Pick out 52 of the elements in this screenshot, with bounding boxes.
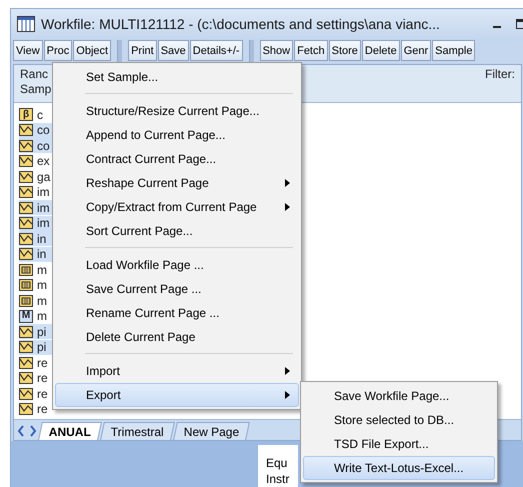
toolbar-grip — [248, 40, 254, 62]
series-icon — [19, 372, 33, 384]
next-icon[interactable] — [28, 424, 38, 438]
toolbar-button[interactable]: Object — [73, 40, 112, 61]
panel-text: Instr — [266, 471, 290, 487]
workfile-icon — [17, 16, 35, 32]
toolbar-button[interactable]: Details+/- — [190, 40, 243, 61]
coefficient-icon: β — [19, 108, 33, 121]
series-icon — [19, 388, 33, 400]
series-icon — [19, 403, 33, 415]
sample-label: Samp — [20, 82, 52, 97]
toolbar-button[interactable]: Proc — [44, 40, 72, 61]
menu-item[interactable]: TSD File Export... — [303, 432, 495, 456]
group-icon — [19, 279, 33, 291]
series-icon — [19, 202, 33, 214]
toolbar-button[interactable]: Show — [260, 40, 294, 61]
series-icon — [19, 170, 33, 182]
menu-item[interactable]: Export — [55, 383, 299, 407]
toolbar-button[interactable]: Delete — [362, 40, 400, 61]
series-icon — [19, 124, 33, 136]
menu-item[interactable]: Set Sample... — [55, 65, 299, 89]
toolbar-button[interactable]: Genr — [400, 40, 432, 61]
series-icon — [19, 356, 33, 368]
toolbar-button[interactable]: Sample — [432, 40, 476, 61]
series-icon — [19, 341, 33, 353]
series-icon — [19, 232, 33, 244]
toolbar-button[interactable]: Store — [328, 40, 361, 61]
page-tab[interactable]: New Page — [172, 422, 250, 440]
page-tab[interactable]: Trimestral — [100, 422, 175, 440]
group-icon — [19, 294, 33, 306]
series-icon — [19, 326, 33, 338]
series-icon — [19, 217, 33, 229]
toolbar-grip — [117, 40, 122, 62]
series-icon — [19, 186, 33, 198]
page-tab[interactable]: ANUAL — [38, 422, 102, 440]
menu-item[interactable]: Save Workfile Page... — [303, 384, 495, 408]
toolbar-button[interactable]: View — [13, 40, 43, 61]
series-icon — [19, 155, 33, 167]
toolbar-button[interactable]: Print — [128, 40, 157, 61]
group-icon — [19, 264, 33, 276]
series-icon — [19, 248, 33, 260]
model-icon: M — [19, 310, 33, 322]
filter-label: Filter: — [485, 67, 515, 83]
toolbar-button[interactable]: Fetch — [294, 40, 328, 61]
toolbar-button[interactable]: Save — [158, 40, 189, 61]
previous-icon[interactable] — [16, 424, 26, 438]
series-icon — [19, 140, 33, 152]
window-title: Workfile: MULTI121112 - (c:\documents and settings\ana vianc... — [41, 16, 440, 32]
panel-text: Equ — [266, 455, 288, 471]
menu-item[interactable]: Write Text-Lotus-Excel... — [303, 456, 495, 480]
range-label: Ranc — [20, 67, 50, 82]
menu-item[interactable]: Store selected to DB... — [303, 408, 495, 432]
